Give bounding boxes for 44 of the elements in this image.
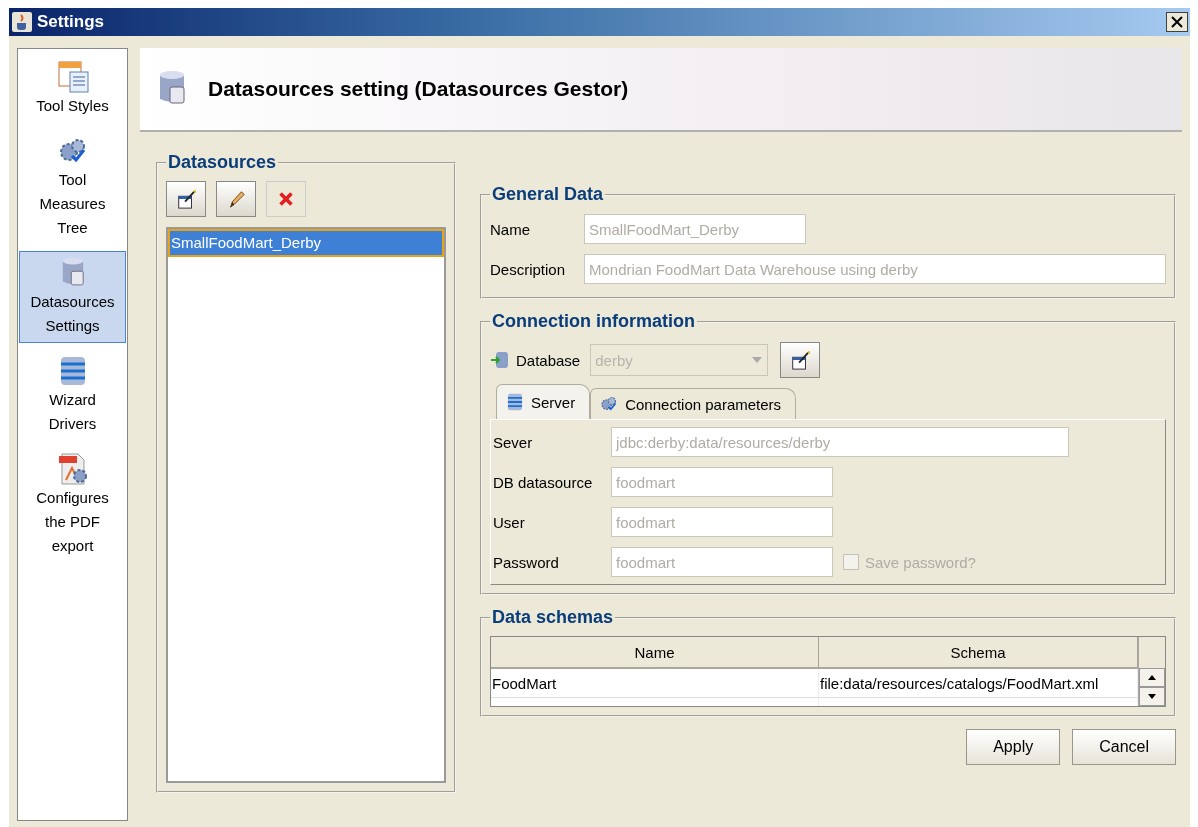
page-heading: Datasources setting (Datasources Gestor) — [208, 77, 629, 101]
field-label: Name — [490, 220, 531, 238]
field-label: Description — [490, 260, 567, 278]
field-label: Database — [516, 351, 581, 369]
group-title: General Data — [491, 184, 605, 205]
window-title: Settings — [37, 12, 106, 32]
sidebar-item[interactable]: Wizard Drivers — [19, 349, 126, 441]
tab[interactable]: Server — [496, 384, 591, 419]
tab[interactable]: Connection parameters — [590, 388, 797, 419]
wand-window-icon — [790, 350, 811, 370]
caret-icon — [751, 356, 764, 364]
dialog-button[interactable]: Cancel — [1072, 729, 1176, 765]
sidebar-item[interactable]: Configures the PDF export — [19, 447, 126, 563]
up-arrow-icon — [1148, 675, 1156, 680]
server-stack-icon — [505, 392, 525, 412]
down-arrow-icon — [1148, 694, 1156, 699]
delete-button[interactable] — [266, 181, 306, 217]
sidebar-item[interactable]: Datasources Settings — [19, 251, 126, 343]
table-cell: file:data/resources/catalogs/FoodMart.xml — [819, 669, 1138, 698]
table-cell: FoodMart — [491, 669, 819, 698]
sidebar-item[interactable]: Tool Measures Tree — [19, 129, 126, 245]
field-label: DB datasource — [493, 473, 594, 491]
close-icon — [1171, 16, 1183, 28]
column-header[interactable]: Name — [491, 637, 819, 669]
field-label: User — [493, 513, 526, 531]
new-button[interactable] — [166, 181, 206, 217]
field-label: Password — [493, 553, 560, 571]
coffee-cup-icon — [11, 11, 33, 33]
column-header[interactable]: Schema — [819, 637, 1138, 669]
new-button[interactable] — [780, 342, 821, 378]
close-button[interactable] — [1166, 12, 1188, 32]
group-title: Data schemas — [491, 607, 615, 628]
list-item[interactable]: SmallFoodMart_Derby — [168, 229, 444, 257]
sidebar-item[interactable]: Tool Styles — [19, 55, 126, 123]
scrollbar[interactable] — [1138, 637, 1165, 706]
spreadsheet-icon — [55, 60, 90, 94]
database-arrow-icon — [490, 350, 510, 370]
dialog-button[interactable]: Apply — [966, 729, 1061, 765]
field-label: Sever — [493, 433, 534, 451]
wand-window-icon — [176, 189, 196, 209]
group-title: Datasources — [167, 152, 278, 173]
group-title: Connection information — [491, 311, 696, 332]
checkbox-label: Save password? — [865, 553, 976, 571]
edit-button[interactable] — [216, 181, 256, 217]
